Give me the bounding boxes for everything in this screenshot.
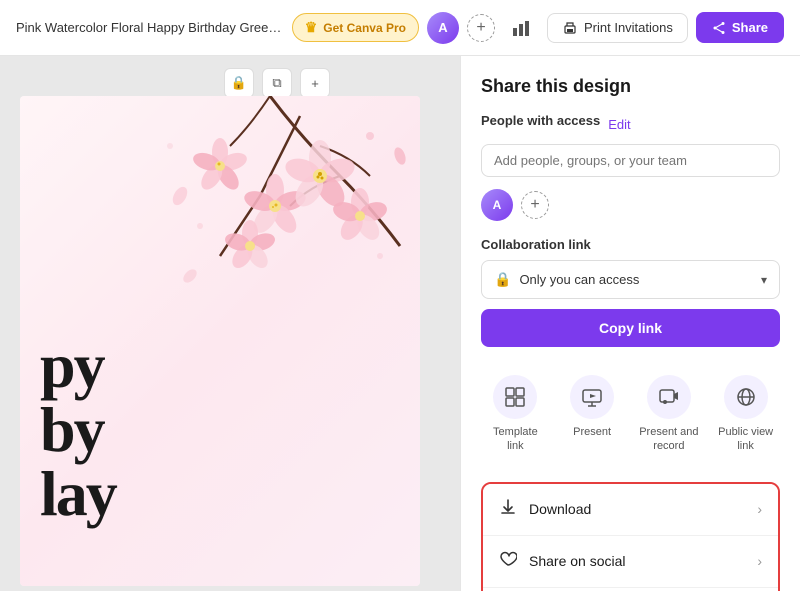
copy-link-button[interactable]: Copy link bbox=[481, 309, 780, 347]
bar-chart-icon bbox=[511, 18, 531, 38]
template-link-icon bbox=[493, 375, 537, 419]
share-panel: Share this design People with access Edi… bbox=[460, 56, 800, 591]
analytics-button[interactable] bbox=[503, 10, 539, 46]
link-dropdown-content: 🔒 Only you can access bbox=[494, 271, 639, 288]
share-button[interactable]: Share bbox=[696, 12, 784, 43]
share-social-label: Share on social bbox=[529, 553, 626, 569]
present-record-label: Present and record bbox=[639, 425, 700, 454]
canva-pro-button[interactable]: ♛ Get Canva Pro bbox=[292, 13, 419, 42]
print-button-label: Print Invitations bbox=[584, 20, 673, 35]
floral-decoration bbox=[20, 96, 420, 366]
present-option[interactable]: Present bbox=[558, 367, 627, 462]
download-chevron-icon: › bbox=[757, 501, 762, 517]
add-page-button[interactable]: + bbox=[300, 68, 330, 98]
print-invitations-button[interactable]: Print Invitations bbox=[547, 13, 688, 43]
share-social-chevron-icon: › bbox=[757, 553, 762, 569]
share-button-label: Share bbox=[732, 20, 768, 35]
present-label: Present bbox=[573, 425, 611, 439]
avatar: A bbox=[427, 12, 459, 44]
present-icon bbox=[570, 375, 614, 419]
action-list: Download › Share on social › bbox=[481, 482, 780, 591]
link-option-label: Only you can access bbox=[519, 272, 639, 287]
canvas-toolbar: 🔒 ⧉ + bbox=[224, 68, 330, 98]
share-panel-title: Share this design bbox=[481, 76, 780, 97]
design-canvas: py by lay bbox=[20, 96, 420, 586]
share-options-grid: Template link Present Prese bbox=[481, 367, 780, 462]
social-icon bbox=[499, 550, 517, 573]
crown-icon: ♛ bbox=[305, 19, 318, 36]
public-view-option[interactable]: Public view link bbox=[711, 367, 780, 462]
template-link-option[interactable]: Template link bbox=[481, 367, 550, 462]
chevron-down-icon: ▾ bbox=[761, 273, 767, 287]
download-action[interactable]: Download › bbox=[483, 484, 778, 536]
present-record-option[interactable]: Present and record bbox=[635, 367, 704, 462]
public-view-icon bbox=[724, 375, 768, 419]
document-title: Pink Watercolor Floral Happy Birthday Gr… bbox=[16, 20, 284, 35]
link-access-dropdown[interactable]: 🔒 Only you can access ▾ bbox=[481, 260, 780, 299]
share-icon bbox=[712, 21, 726, 35]
present-record-icon bbox=[647, 375, 691, 419]
canva-pro-label: Get Canva Pro bbox=[323, 21, 406, 35]
lock-icon: 🔒 bbox=[494, 271, 511, 288]
download-label: Download bbox=[529, 501, 591, 517]
download-icon bbox=[499, 498, 517, 521]
public-view-label: Public view link bbox=[715, 425, 776, 454]
add-person-button[interactable]: + bbox=[467, 14, 495, 42]
people-avatar-row: A + bbox=[481, 189, 780, 221]
avatar-group: A bbox=[427, 12, 459, 44]
app-header: Pink Watercolor Floral Happy Birthday Gr… bbox=[0, 0, 800, 56]
edit-link[interactable]: Edit bbox=[608, 117, 630, 132]
add-people-button[interactable]: + bbox=[521, 191, 549, 219]
birthday-text: py by lay bbox=[40, 334, 116, 526]
print-canva-action[interactable]: Print with Canva › bbox=[483, 588, 778, 591]
duplicate-tool-button[interactable]: ⧉ bbox=[262, 68, 292, 98]
printer-icon bbox=[562, 20, 578, 36]
collab-section-label: Collaboration link bbox=[481, 237, 780, 252]
user-avatar: A bbox=[481, 189, 513, 221]
lock-tool-button[interactable]: 🔒 bbox=[224, 68, 254, 98]
template-link-label: Template link bbox=[485, 425, 546, 454]
people-input[interactable] bbox=[481, 144, 780, 177]
people-section-label: People with access bbox=[481, 113, 600, 128]
share-social-action[interactable]: Share on social › bbox=[483, 536, 778, 588]
